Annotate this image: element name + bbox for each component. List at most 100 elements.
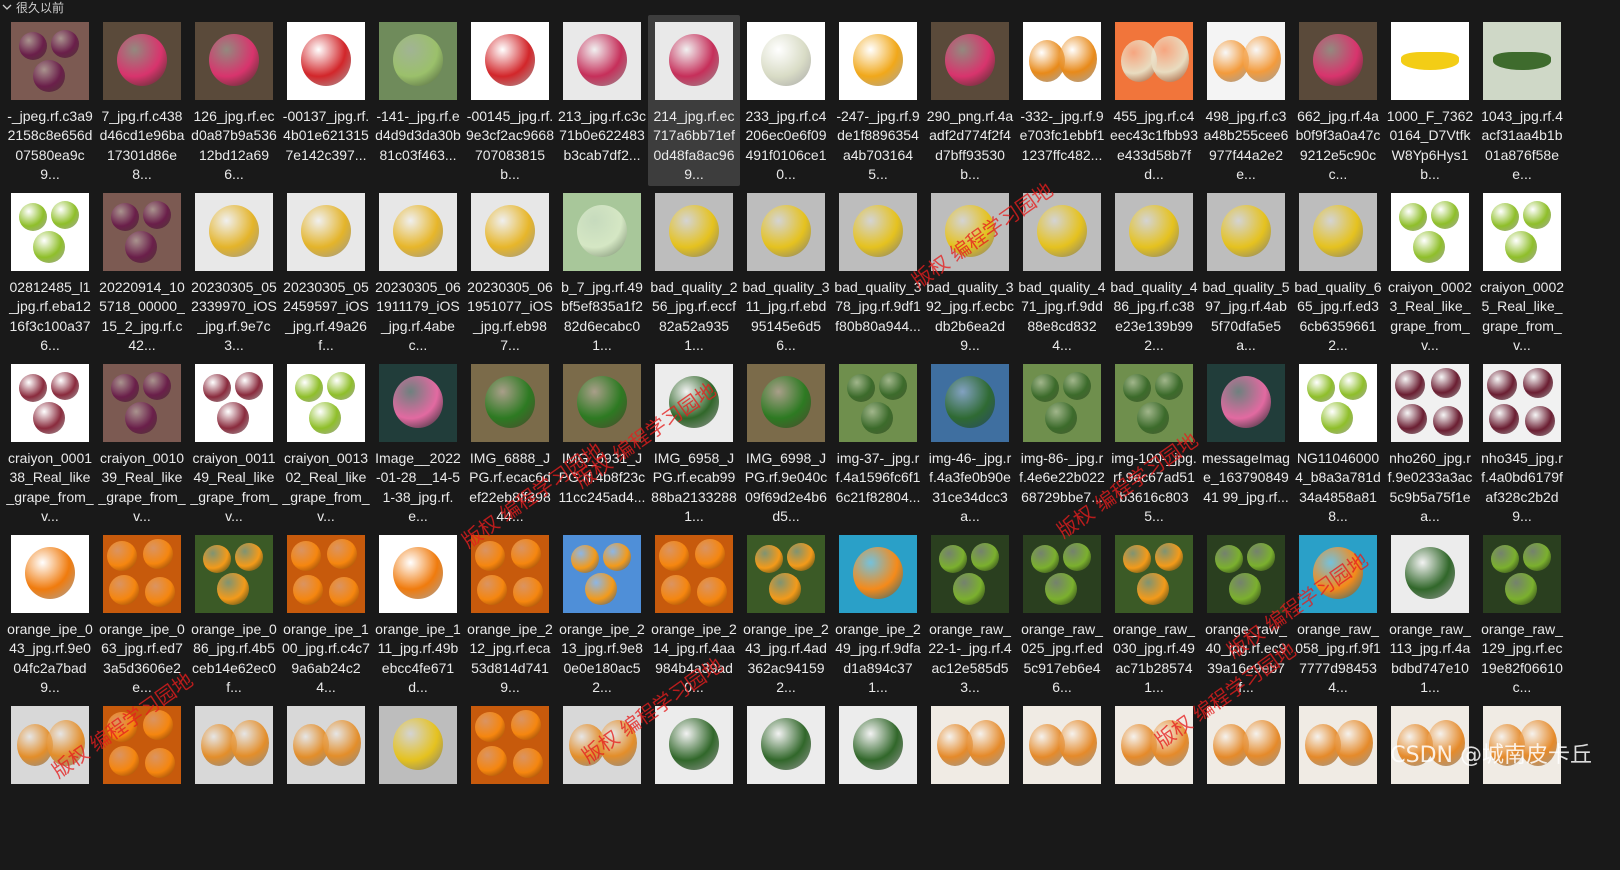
image-thumbnail [1115,706,1193,784]
file-tile[interactable]: orange_ipe_043_jpg.rf.9e004fc2a7bad9... [4,528,96,699]
file-tile[interactable]: orange_ipe_249_jpg.rf.9dfad1a894c371... [832,528,924,699]
file-tile[interactable]: b_7_jpg.rf.49bf5ef835a1f282d6ecabc01... [556,186,648,357]
image-thumbnail [379,193,457,271]
file-tile[interactable]: bad_quality_665_jpg.rf.ed36cb63596612... [1292,186,1384,357]
file-tile[interactable]: bad_quality_486_jpg.rf.c38e23e139b992... [1108,186,1200,357]
file-name: orange_ipe_249_jpg.rf.9dfad1a894c371... [835,621,921,695]
thumbnail-frame [11,535,89,613]
file-tile[interactable]: orange_raw_058_jpg.rf.9f17777d984534... [1292,528,1384,699]
image-thumbnail [103,706,181,784]
image-thumbnail [103,22,181,100]
image-thumbnail [379,364,457,442]
file-name: 213_jpg.rf.c3c71b0e622483b3cab7df2... [558,108,646,163]
image-thumbnail [747,535,825,613]
file-tile[interactable]: craiyon_001039_Real_like_grape_from_v... [96,357,188,528]
file-tile[interactable]: img-86-_jpg.rf.4e6e22b02268729bbe7... [1016,357,1108,528]
file-tile[interactable]: orange_ipe_100_jpg.rf.c4c79a6ab24c24... [280,528,372,699]
file-tile[interactable]: -_jpeg.rf.c3a92158c8e656d07580ea9c9... [4,15,96,186]
file-tile[interactable]: 1043_jpg.rf.4acf31aa4b1b01a876f58ee... [1476,15,1568,186]
file-tile[interactable]: 455_jpg.rf.c4eec43c1fbb93e433d58b7fd... [1108,15,1200,186]
fruit-shape [107,712,137,742]
file-tile[interactable]: craiyon_001302_Real_like_grape_from_v... [280,357,372,528]
fruit-shape [295,374,323,402]
file-tile[interactable]: craiyon_000138_Real_like_grape_from_v... [4,357,96,528]
file-tile[interactable]: orange_raw_22-1-_jpg.rf.4ac12e585d53... [924,528,1016,699]
file-tile[interactable]: bad_quality_597_jpg.rf.4ab5f70dfa5e5a... [1200,186,1292,357]
file-tile[interactable]: 20230305_061951077_iOS_jpg.rf.eb987... [464,186,556,357]
file-tile[interactable]: craiyon_00025_Real_like_grape_from_v... [1476,186,1568,357]
file-tile[interactable]: 214_jpg.rf.ec717a6bb71ef0d48fa8ac969... [648,15,740,186]
file-tile[interactable]: IMG_6888_JPG.rf.ecac6def22eb8ff39844... [464,357,556,528]
file-tile[interactable]: IMG_6931_JPG.rf.4b8f23c11cc245ad4... [556,357,648,528]
fruit-shape [1313,205,1363,257]
file-tile[interactable]: IMG_6958_JPG.rf.ecab9988ba21332881... [648,357,740,528]
file-tile[interactable]: NG110460004_b8a3a781d34a4858a818... [1292,357,1384,528]
file-tile[interactable]: orange_raw_129_jpg.rf.ec19e82f06610c... [1476,528,1568,699]
fruit-shape [393,34,443,86]
file-tile[interactable]: 126_jpg.rf.ecd0a87b9a53612bd12a696... [188,15,280,186]
file-tile[interactable]: orange_ipe_111_jpg.rf.49bebcc4fe671d... [372,528,464,699]
fruit-shape [1137,402,1169,434]
fruit-shape [209,34,259,86]
file-tile[interactable]: bad_quality_311_jpg.rf.ebd95145e6d56... [740,186,832,357]
file-tile[interactable]: craiyon_00023_Real_like_grape_from_v... [1384,186,1476,357]
fruit-shape [235,543,263,571]
file-tile[interactable]: -00137_jpg.rf.4b01e6213157e142c397... [280,15,372,186]
thumbnail-frame [1207,706,1285,784]
file-tile[interactable]: orange_ipe_212_jpg.rf.eca53d814d7419... [464,528,556,699]
file-tile[interactable]: orange_raw_113_jpg.rf.4abdbd747e101... [1384,528,1476,699]
file-tile[interactable]: craiyon_001149_Real_like_grape_from_v... [188,357,280,528]
file-tile[interactable]: orange_ipe_243_jpg.rf.4ad362ac941592... [740,528,832,699]
file-tile[interactable]: orange_raw_030_jpg.rf.49ac71b285741... [1108,528,1200,699]
file-tile[interactable]: 7_jpg.rf.c438d46cd1e96ba17301d86e8... [96,15,188,186]
file-tile[interactable]: IMG_6998_JPG.rf.9e040c09f69d2e4b6d5... [740,357,832,528]
file-name: orange_raw_025_jpg.rf.ed5c917eb6e46... [1021,621,1103,695]
file-tile[interactable]: -00145_jpg.rf.9e3cf2ac9668707083815b... [464,15,556,186]
file-tile[interactable]: 498_jpg.rf.c3a48b255cee6977f44a2e2e... [1200,15,1292,186]
image-thumbnail [287,193,365,271]
file-tile[interactable]: -247-_jpg.rf.9de1f8896354a4b7031645... [832,15,924,186]
file-tile[interactable]: -141-_jpg.rf.ed4d9d3da30b81c03f463... [372,15,464,186]
thumbnail-frame [287,706,365,784]
thumbnail-frame [839,535,917,613]
file-tile[interactable]: messageImage_16379084941 99_jpg.rf... [1200,357,1292,528]
group-header[interactable]: 很久以前 [0,0,1620,14]
file-tile[interactable]: 20230305_052339970_iOS_jpg.rf.9e7c3... [188,186,280,357]
file-tile[interactable]: 290_png.rf.4aadf2d774f2f4d7bff93530b... [924,15,1016,186]
file-tile[interactable]: orange_raw_40_jpg.rf.ec939a16e9eb7f... [1200,528,1292,699]
file-tile[interactable]: img-100-_jpg.rf.9ec67ad51b3616c8035... [1108,357,1200,528]
file-tile[interactable]: orange_ipe_214_jpg.rf.4aa984b4a39ad0... [648,528,740,699]
file-name: bad_quality_392_jpg.rf.ecbcdb2b6ea2d9... [926,279,1014,353]
fruit-shape [475,541,505,571]
file-tile[interactable]: orange_raw_025_jpg.rf.ed5c917eb6e46... [1016,528,1108,699]
image-thumbnail [931,193,1009,271]
file-tile[interactable]: orange_ipe_086_jpg.rf.4b5ceb14e62ec0f... [188,528,280,699]
file-tile[interactable]: 20230305_052459597_iOS_jpg.rf.49a26f... [280,186,372,357]
file-tile[interactable]: img-37-_jpg.rf.4a1596fc6f16c21f82804... [832,357,924,528]
thumbnail-frame [655,22,733,100]
file-tile[interactable]: nho345_jpg.rf.4a0bd6179faf328c2b2d9... [1476,357,1568,528]
file-tile[interactable]: nho260_jpg.rf.9e0233a3ac5c9b5a75f1ea... [1384,357,1476,528]
file-tile[interactable]: 02812485_l1_jpg.rf.eba1216f3c100a376... [4,186,96,357]
file-tile[interactable]: 1000_F_73620164_D7VtfkW8Yp6Hys1b... [1384,15,1476,186]
chevron-down-icon[interactable] [2,2,12,12]
fruit-shape [1221,205,1271,257]
file-tile[interactable]: img-46-_jpg.rf.4a3fe0b90e31ce34dcc3a... [924,357,1016,528]
file-tile[interactable]: 213_jpg.rf.c3c71b0e622483b3cab7df2... [556,15,648,186]
file-tile[interactable]: 662_jpg.rf.4ab0f9f3a0a47c9212e5c90cc... [1292,15,1384,186]
file-tile[interactable]: orange_ipe_063_jpg.rf.ed73a5d3606e2e... [96,528,188,699]
file-tile[interactable]: 233_jpg.rf.c4206ec0e6f09491f0106ce10... [740,15,832,186]
file-name: orange_raw_40_jpg.rf.ec939a16e9eb7f... [1205,621,1287,695]
file-tile[interactable]: Image__2022-01-28__14-51-38_jpg.rf.e... [372,357,464,528]
file-tile[interactable]: orange_ipe_213_jpg.rf.9e80e0e180ac52... [556,528,648,699]
file-tile[interactable]: bad_quality_471_jpg.rf.9dd88e8cd8324... [1016,186,1108,357]
file-tile[interactable]: bad_quality_392_jpg.rf.ecbcdb2b6ea2d9... [924,186,1016,357]
file-tile[interactable]: 20230305_061911179_iOS_jpg.rf.4abec... [372,186,464,357]
file-tile[interactable]: bad_quality_256_jpg.rf.eccf82a52a9351... [648,186,740,357]
thumbnail-frame [1391,706,1469,784]
file-tile[interactable]: -332-_jpg.rf.9e703fc1ebbf11237ffc482... [1016,15,1108,186]
file-tile[interactable]: 20220914_105718_00000_15_2_jpg.rf.c42... [96,186,188,357]
file-tile[interactable]: bad_quality_378_jpg.rf.9df1f80b80a944... [832,186,924,357]
thumbnail-frame [1207,22,1285,100]
image-thumbnail [1207,364,1285,442]
